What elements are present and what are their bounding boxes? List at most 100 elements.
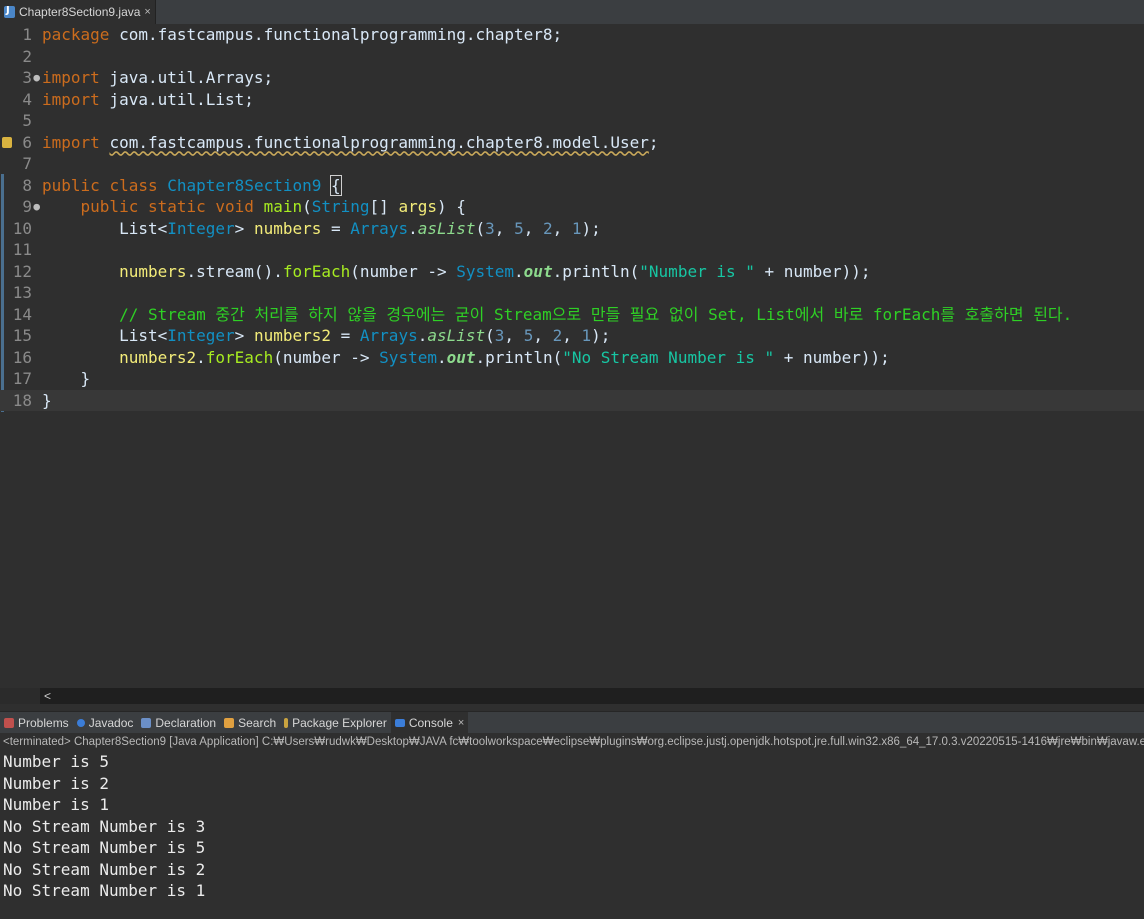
punct: , [494, 218, 515, 238]
tab-label: Console [408, 716, 453, 730]
line-number: 5 [22, 111, 32, 130]
console-output[interactable]: Number is 5 Number is 2 Number is 1 No S… [0, 751, 1144, 919]
close-icon[interactable]: × [144, 6, 150, 18]
search-icon [224, 718, 235, 728]
punct: . [514, 261, 524, 281]
number-literal: 3 [485, 218, 495, 238]
editor-horizontal-scrollbar[interactable]: < [0, 688, 1144, 704]
tab-label: Search [238, 716, 277, 730]
comment: // Stream 중간 처리를 하지 않을 경우에는 굳이 Stream으로 … [119, 304, 1073, 324]
line-number-text: 9 [22, 197, 32, 216]
line-number: 18 [12, 390, 32, 410]
declaration-icon [141, 718, 152, 728]
scrollbar-track[interactable] [40, 688, 1144, 704]
tab-declaration[interactable]: Declaration [137, 712, 220, 734]
number-literal: 3 [494, 326, 505, 345]
punct: + number)); [754, 261, 871, 281]
punct: (number -> [273, 347, 380, 367]
editor-tab-bar: Chapter8Section9.java × [0, 0, 1144, 25]
punct: , [504, 326, 524, 345]
punct: > [234, 326, 254, 345]
punct: ); [591, 326, 611, 345]
code-line: 6 import com.fastcampus.functionalprogram… [0, 132, 1144, 154]
method-name: forEach [205, 347, 274, 367]
editor-tab-title: Chapter8Section9.java [19, 5, 141, 19]
line-number: 8 [22, 175, 32, 195]
semicolon: ; [648, 132, 659, 152]
punct: [] [369, 197, 399, 216]
static-method: asList [427, 326, 486, 345]
import-path: java.util.List; [99, 89, 254, 109]
number-literal: 5 [523, 326, 534, 345]
line-number: 16 [12, 347, 32, 367]
code-line: 5 [0, 110, 1144, 132]
tab-package-explorer[interactable]: Package Explorer [280, 712, 391, 734]
punct: .println( [475, 347, 563, 367]
keyword: import [42, 132, 100, 152]
punct: ); [581, 218, 601, 238]
code-line: 4 import java.util.List; [0, 89, 1144, 111]
punct: .println( [552, 261, 640, 281]
tab-problems[interactable]: Problems [0, 712, 73, 734]
console-line: Number is 2 [3, 773, 109, 793]
tab-javadoc[interactable]: Javadoc [73, 712, 138, 734]
punct: , [562, 326, 582, 345]
tab-label: Javadoc [88, 716, 134, 730]
number-literal: 1 [581, 326, 592, 345]
static-field: out [523, 261, 553, 281]
number-literal: 2 [542, 218, 553, 238]
line-number: 15 [12, 326, 32, 345]
class-name: Arrays [359, 326, 418, 345]
punct: > [234, 218, 254, 238]
tab-label: Package Explorer [292, 716, 387, 730]
line-number: 1 [22, 25, 32, 44]
console-line: Number is 1 [3, 795, 109, 814]
unused-import-path: com.fastcampus.functionalprogramming.cha… [109, 132, 649, 152]
fold-icon[interactable]: ● [33, 196, 40, 218]
class-name: System [379, 347, 437, 367]
line-number: 13 [12, 283, 32, 302]
class-name: System [456, 261, 515, 281]
string-literal: "Number is " [639, 261, 755, 281]
punct: = [321, 218, 351, 238]
keyword: import [42, 89, 100, 109]
editor-tab-chapter8section9[interactable]: Chapter8Section9.java × [0, 0, 156, 24]
variable-name: numbers [253, 218, 322, 238]
tab-search[interactable]: Search [220, 712, 280, 734]
tab-console[interactable]: Console × [390, 712, 469, 734]
punct: , [523, 218, 543, 238]
bottom-views-tab-bar: Problems Javadoc Declaration Search Pack… [0, 711, 1144, 735]
code-line: 1 package com.fastcampus.functionalprogra… [0, 24, 1144, 46]
warning-icon[interactable] [2, 136, 12, 148]
line-number: 9 ● [0, 196, 42, 218]
keyword: public [80, 197, 139, 216]
line-number: 12 [12, 261, 32, 281]
number-literal: 5 [514, 218, 524, 238]
close-icon[interactable]: × [458, 717, 464, 729]
closing-brace: } [80, 369, 91, 388]
scroll-left-icon[interactable]: < [44, 688, 51, 704]
class-name: Arrays [350, 218, 409, 238]
code-editor[interactable]: 1 package com.fastcampus.functionalprogra… [0, 24, 1144, 688]
string-literal: "No Stream Number is " [562, 347, 775, 367]
static-field: out [446, 347, 476, 367]
code-line: 16 numbers2.forEach(number -> System.out… [0, 347, 1144, 369]
punct: . [196, 347, 206, 367]
console-line: Number is 5 [3, 752, 109, 771]
code-line: 14 // Stream 중간 처리를 하지 않을 경우에는 굳이 Stream… [0, 304, 1144, 326]
code-line: 9 ● public static void main(String[] args… [0, 196, 1144, 218]
punct: . [408, 218, 418, 238]
code-line: 15 List<Integer> numbers2 = Arrays.asLis… [0, 325, 1144, 347]
code-line: 13 [0, 282, 1144, 304]
static-method: asList [417, 218, 476, 238]
fold-icon[interactable]: ● [33, 67, 40, 89]
code-line: 12 numbers.stream().forEach(number -> Sy… [0, 261, 1144, 283]
console-icon [394, 719, 405, 727]
line-number: 14 [12, 304, 32, 324]
code-line: 10 List<Integer> numbers = Arrays.asList… [0, 218, 1144, 240]
type-list: List< [119, 218, 168, 238]
console-process-status: <terminated> Chapter8Section9 [Java Appl… [0, 733, 1144, 752]
tab-label: Problems [18, 716, 69, 730]
problems-icon [4, 718, 14, 728]
